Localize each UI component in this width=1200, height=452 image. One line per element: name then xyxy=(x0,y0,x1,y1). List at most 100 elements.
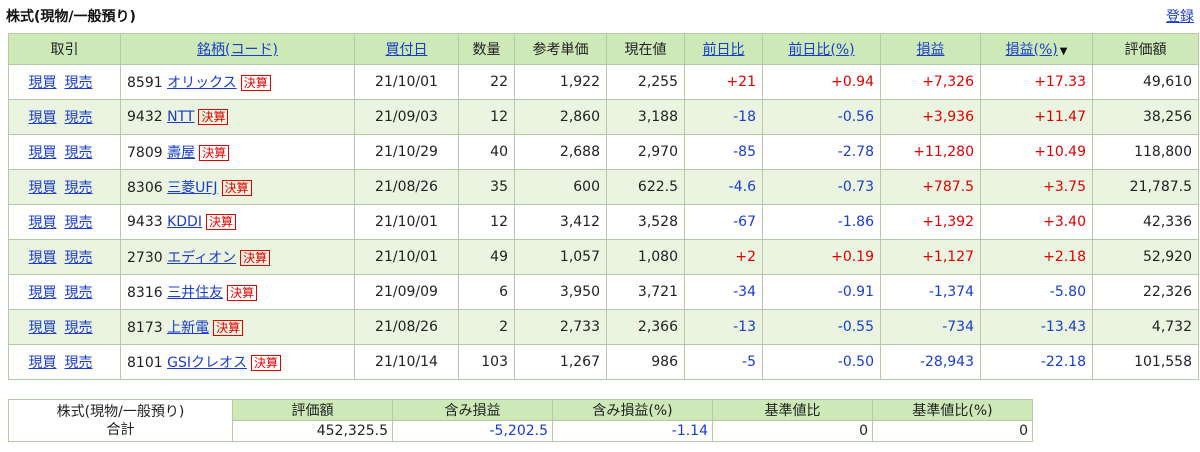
day-change-pct: +0.94 xyxy=(762,64,881,100)
buy-link[interactable]: 現買 xyxy=(29,145,57,161)
sell-link[interactable]: 現売 xyxy=(65,75,93,91)
day-change: +21 xyxy=(684,64,763,100)
buy-link[interactable]: 現買 xyxy=(29,215,57,231)
current-price: 622.5 xyxy=(606,169,685,205)
stock-name-link[interactable]: GSIクレオス xyxy=(167,355,247,371)
earnings-badge[interactable]: 決算 xyxy=(250,355,281,371)
buy-link[interactable]: 現買 xyxy=(29,355,57,371)
ref-price: 600 xyxy=(514,169,607,205)
day-change-pct: +0.19 xyxy=(762,239,881,275)
col-ref-price: 参考単価 xyxy=(514,33,607,65)
sort-name-link[interactable]: 銘柄(コード) xyxy=(197,42,278,58)
profit-loss: +3,936 xyxy=(880,99,981,135)
current-price: 3,188 xyxy=(606,99,685,135)
buy-date: 21/10/01 xyxy=(354,64,459,100)
day-change: +2 xyxy=(684,239,763,275)
buy-date: 21/09/03 xyxy=(354,99,459,135)
sell-link[interactable]: 現売 xyxy=(65,110,93,126)
buy-link[interactable]: 現買 xyxy=(29,180,57,196)
earnings-badge[interactable]: 決算 xyxy=(221,180,252,196)
trade-cell: 現買 現売 xyxy=(8,134,121,170)
stock-name-link[interactable]: KDDI xyxy=(167,214,202,230)
col-trade: 取引 xyxy=(8,33,121,65)
sort-buy-date-link[interactable]: 買付日 xyxy=(386,42,428,58)
col-pl-pct[interactable]: 損益(%) ▼ xyxy=(980,33,1093,65)
day-change-pct: -1.86 xyxy=(762,204,881,240)
sell-link[interactable]: 現売 xyxy=(65,285,93,301)
section-title: 株式(現物/一般預り) xyxy=(6,9,136,25)
summary-base-diff-pct: 0 xyxy=(872,420,1033,442)
table-row: 現買 現売 8173 上新電 決算 21/08/26 2 2,733 2,366 -13 -0.5… xyxy=(8,309,1199,345)
trade-cell: 現買 現売 xyxy=(8,274,121,310)
profit-loss: +1,127 xyxy=(880,239,981,275)
buy-link[interactable]: 現買 xyxy=(29,110,57,126)
buy-link[interactable]: 現買 xyxy=(29,285,57,301)
sort-pl-link[interactable]: 損益 xyxy=(917,42,945,58)
col-cur-price: 現在値 xyxy=(606,33,685,65)
stock-cell: 8316 三井住友 決算 xyxy=(120,274,355,310)
buy-date: 21/10/29 xyxy=(354,134,459,170)
current-price: 2,366 xyxy=(606,309,685,345)
earnings-badge[interactable]: 決算 xyxy=(227,285,258,301)
col-pl[interactable]: 損益 xyxy=(880,33,981,65)
stock-name-link[interactable]: 三井住友 xyxy=(167,285,223,301)
col-value: 評価額 xyxy=(1092,33,1199,65)
profit-loss: -1,374 xyxy=(880,274,981,310)
sell-link[interactable]: 現売 xyxy=(65,180,93,196)
ref-price: 1,057 xyxy=(514,239,607,275)
sell-link[interactable]: 現売 xyxy=(65,145,93,161)
sort-pl-pct-link[interactable]: 損益(%) xyxy=(1006,42,1058,58)
stock-name-link[interactable]: エディオン xyxy=(167,250,236,266)
profit-loss-pct: -5.80 xyxy=(980,274,1093,310)
table-row: 現買 現売 2730 エディオン 決算 21/10/01 49 1,057 1,080 +2 +0… xyxy=(8,239,1199,275)
day-change: -85 xyxy=(684,134,763,170)
buy-link[interactable]: 現買 xyxy=(29,250,57,266)
stock-name-link[interactable]: 壽屋 xyxy=(167,145,195,161)
earnings-badge[interactable]: 決算 xyxy=(199,145,230,161)
ref-price: 3,412 xyxy=(514,204,607,240)
trade-cell: 現買 現売 xyxy=(8,169,121,205)
sell-link[interactable]: 現売 xyxy=(65,250,93,266)
ref-price: 2,860 xyxy=(514,99,607,135)
stock-code: 8101 xyxy=(127,355,163,371)
valuation: 42,336 xyxy=(1092,204,1199,240)
register-link[interactable]: 登録 xyxy=(1166,6,1194,26)
buy-link[interactable]: 現買 xyxy=(29,75,57,91)
earnings-badge[interactable]: 決算 xyxy=(198,109,229,125)
current-price: 1,080 xyxy=(606,239,685,275)
sort-day-change-pct-link[interactable]: 前日比(%) xyxy=(788,42,854,58)
col-day-change[interactable]: 前日比 xyxy=(684,33,763,65)
valuation: 4,732 xyxy=(1092,309,1199,345)
profit-loss-pct: +3.40 xyxy=(980,204,1093,240)
stock-name-link[interactable]: オリックス xyxy=(167,75,237,91)
stock-code: 8591 xyxy=(127,75,163,91)
summary-value: 452,325.5 xyxy=(232,420,393,442)
profit-loss-pct: +11.47 xyxy=(980,99,1093,135)
valuation: 101,558 xyxy=(1092,344,1199,380)
earnings-badge[interactable]: 決算 xyxy=(213,320,244,336)
table-row: 現買 現売 8306 三菱UFJ 決算 21/08/26 35 600 622.5 -4.6 -0… xyxy=(8,169,1199,205)
sort-day-change-link[interactable]: 前日比 xyxy=(703,42,745,58)
earnings-badge[interactable]: 決算 xyxy=(240,250,271,266)
profit-loss-pct: +17.33 xyxy=(980,64,1093,100)
table-row: 現買 現売 9432 NTT 決算 21/09/03 12 2,860 3,188 -18 -0.… xyxy=(8,99,1199,135)
profit-loss: -734 xyxy=(880,309,981,345)
sell-link[interactable]: 現売 xyxy=(65,320,93,336)
col-name[interactable]: 銘柄(コード) xyxy=(120,33,355,65)
earnings-badge[interactable]: 決算 xyxy=(205,214,236,230)
sell-link[interactable]: 現売 xyxy=(65,355,93,371)
buy-link[interactable]: 現買 xyxy=(29,320,57,336)
col-qty: 数量 xyxy=(458,33,515,65)
buy-date: 21/08/26 xyxy=(354,169,459,205)
col-day-change-pct[interactable]: 前日比(%) xyxy=(762,33,881,65)
quantity: 12 xyxy=(458,204,515,240)
valuation: 52,920 xyxy=(1092,239,1199,275)
col-buy-date[interactable]: 買付日 xyxy=(354,33,459,65)
earnings-badge[interactable]: 決算 xyxy=(240,75,271,91)
profit-loss: +11,280 xyxy=(880,134,981,170)
stock-name-link[interactable]: 三菱UFJ xyxy=(167,180,217,196)
stock-name-link[interactable]: NTT xyxy=(167,109,194,125)
sell-link[interactable]: 現売 xyxy=(65,215,93,231)
table-header-row: 取引 銘柄(コード) 買付日 数量 参考単価 現在値 前日比 前日比(%) 損益… xyxy=(8,33,1199,65)
stock-name-link[interactable]: 上新電 xyxy=(167,320,209,336)
